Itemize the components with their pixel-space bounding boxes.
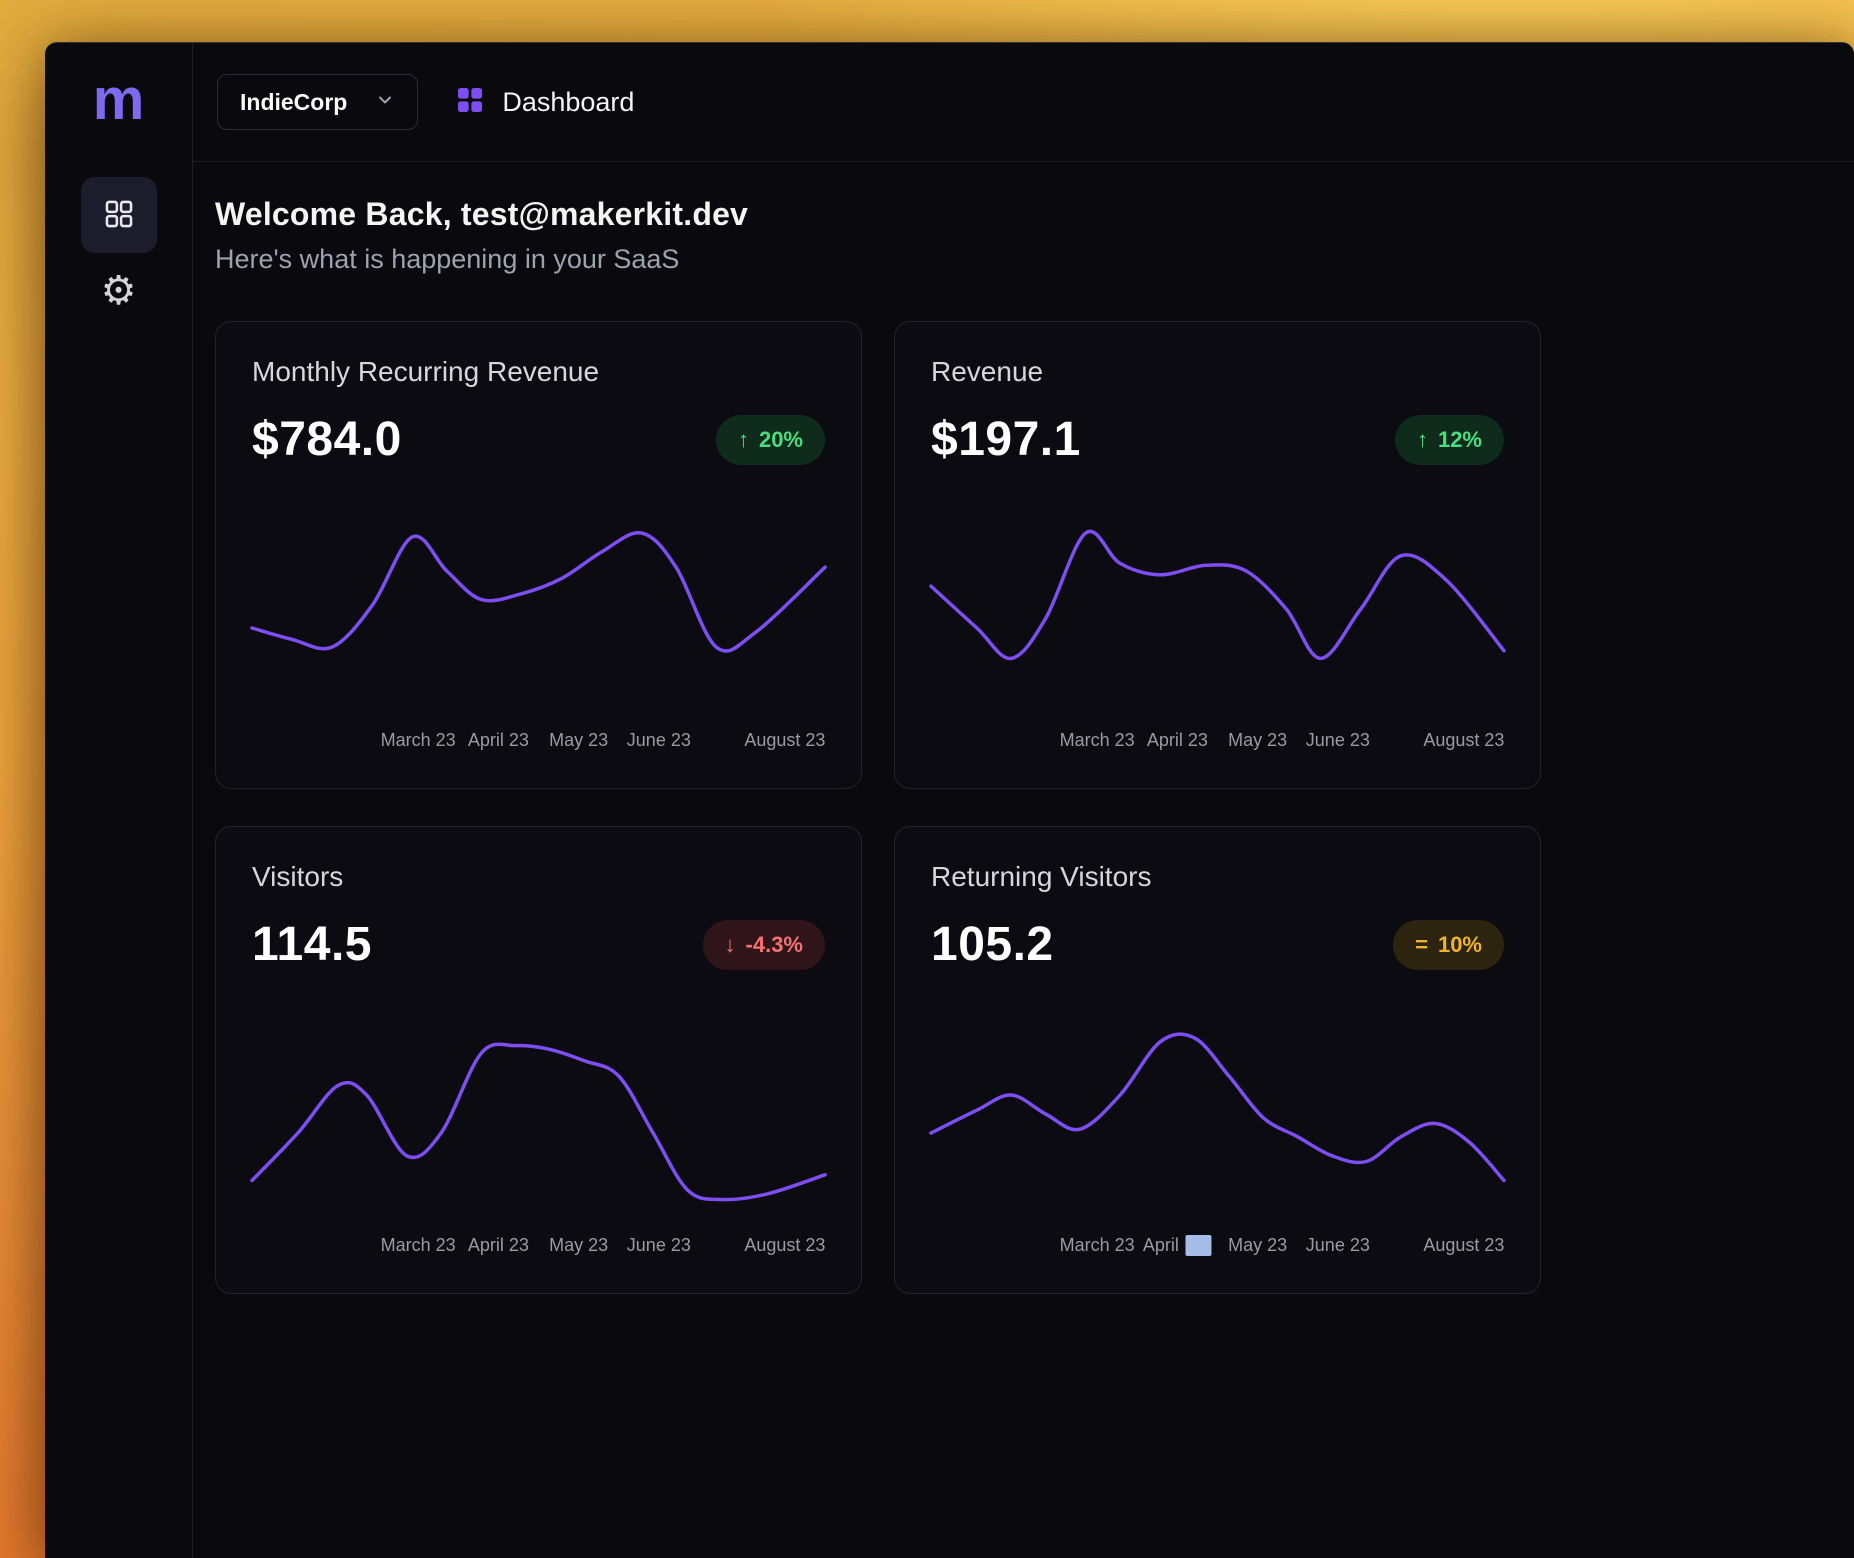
main-area: IndieCorp Dashboard: [193, 43, 1854, 1558]
squares-grid-icon: [102, 197, 136, 234]
metric-value: $197.1: [931, 412, 1081, 467]
x-axis-label: March 23: [381, 730, 456, 751]
x-axis-label: June 23: [627, 730, 691, 751]
card-revenue: Revenue $197.1 ↑ 12% March 23 April 23 May…: [894, 321, 1541, 789]
dashboard-grid-icon: [454, 84, 486, 121]
x-axis-labels: March 23 April 23 May 23 June 23 August 23: [252, 1235, 825, 1259]
sidebar-item-dashboard[interactable]: [81, 177, 157, 253]
trend-badge: ↓ -4.3%: [703, 920, 825, 970]
line-chart: [931, 514, 1504, 704]
metric-value: 105.2: [931, 917, 1054, 972]
app-window: m ⚙ IndieCorp: [45, 42, 1854, 1558]
sidebar-item-settings[interactable]: ⚙: [81, 253, 157, 329]
x-axis-label: April 23: [1147, 730, 1208, 751]
org-name: IndieCorp: [240, 89, 347, 116]
x-axis-label: March 23: [381, 1235, 456, 1256]
trend-badge: ↑ 12%: [1395, 415, 1504, 465]
welcome-heading: Welcome Back, test@makerkit.dev: [215, 196, 1541, 233]
chart-line: [931, 531, 1504, 658]
trend-value: 10%: [1438, 932, 1482, 958]
trend-badge: = 10%: [1393, 920, 1504, 970]
x-axis-label: April 23: [1143, 1235, 1212, 1256]
org-selector-button[interactable]: IndieCorp: [217, 74, 418, 130]
chart-line: [931, 1034, 1504, 1180]
trend-up-icon: ↑: [1417, 427, 1428, 453]
chart-line: [252, 533, 825, 651]
x-axis-label: March 23: [1060, 1235, 1135, 1256]
trend-up-icon: ↑: [738, 427, 749, 453]
x-axis-label: June 23: [1306, 730, 1370, 751]
metric-value: 114.5: [252, 917, 372, 972]
x-axis-labels: March 23 April 23 May 23 June 23 August 23: [252, 730, 825, 754]
card-monthly-recurring-revenue: Monthly Recurring Revenue $784.0 ↑ 20% M…: [215, 321, 862, 789]
metric-value: $784.0: [252, 412, 402, 467]
x-axis-label: August 23: [744, 730, 825, 751]
sidebar: m ⚙: [45, 43, 193, 1558]
trend-flat-icon: =: [1415, 932, 1428, 958]
welcome-subtitle: Here's what is happening in your SaaS: [215, 244, 1541, 275]
x-axis-label: April 23: [468, 730, 529, 751]
x-axis-label: May 23: [1228, 1235, 1287, 1256]
x-axis-label: June 23: [627, 1235, 691, 1256]
x-axis-label: May 23: [1228, 730, 1287, 751]
x-axis-label: August 23: [1423, 730, 1504, 751]
x-axis-label: May 23: [549, 1235, 608, 1256]
trend-badge: ↑ 20%: [716, 415, 825, 465]
page-head: Dashboard: [454, 84, 634, 121]
x-axis-label: May 23: [549, 730, 608, 751]
card-title: Returning Visitors: [931, 861, 1504, 893]
page-title: Dashboard: [502, 87, 634, 118]
x-axis-label: August 23: [744, 1235, 825, 1256]
x-axis-label: August 23: [1423, 1235, 1504, 1256]
x-axis-label: June 23: [1306, 1235, 1370, 1256]
card-title: Monthly Recurring Revenue: [252, 356, 825, 388]
line-chart: [252, 1019, 825, 1209]
top-header: IndieCorp Dashboard: [193, 43, 1854, 162]
card-title: Revenue: [931, 356, 1504, 388]
gear-icon: ⚙: [101, 271, 137, 311]
x-axis-label: April 23: [468, 1235, 529, 1256]
trend-value: 20%: [759, 427, 803, 453]
trend-down-icon: ↓: [725, 932, 736, 958]
line-chart: [931, 1019, 1504, 1209]
line-chart: [252, 514, 825, 704]
x-axis-labels: March 23 April 23 May 23 June 23 August 23: [931, 730, 1504, 754]
selected-text-highlight: 23: [1186, 1235, 1212, 1256]
trend-value: 12%: [1438, 427, 1482, 453]
chevron-down-icon: [375, 89, 395, 116]
x-axis-labels: March 23 April 23 May 23 June 23 August 23: [931, 1235, 1504, 1259]
card-returning-visitors: Returning Visitors 105.2 = 10% March 23 A…: [894, 826, 1541, 1294]
x-axis-label: March 23: [1060, 730, 1135, 751]
content: Welcome Back, test@makerkit.dev Here's w…: [193, 162, 1541, 1294]
card-title: Visitors: [252, 861, 825, 893]
trend-value: -4.3%: [746, 932, 803, 958]
card-visitors: Visitors 114.5 ↓ -4.3% March 23April 23M…: [215, 826, 862, 1294]
cards-grid: Monthly Recurring Revenue $784.0 ↑ 20% M…: [215, 321, 1541, 1294]
chart-line: [252, 1044, 825, 1199]
makerkit-logo: m: [93, 71, 145, 129]
